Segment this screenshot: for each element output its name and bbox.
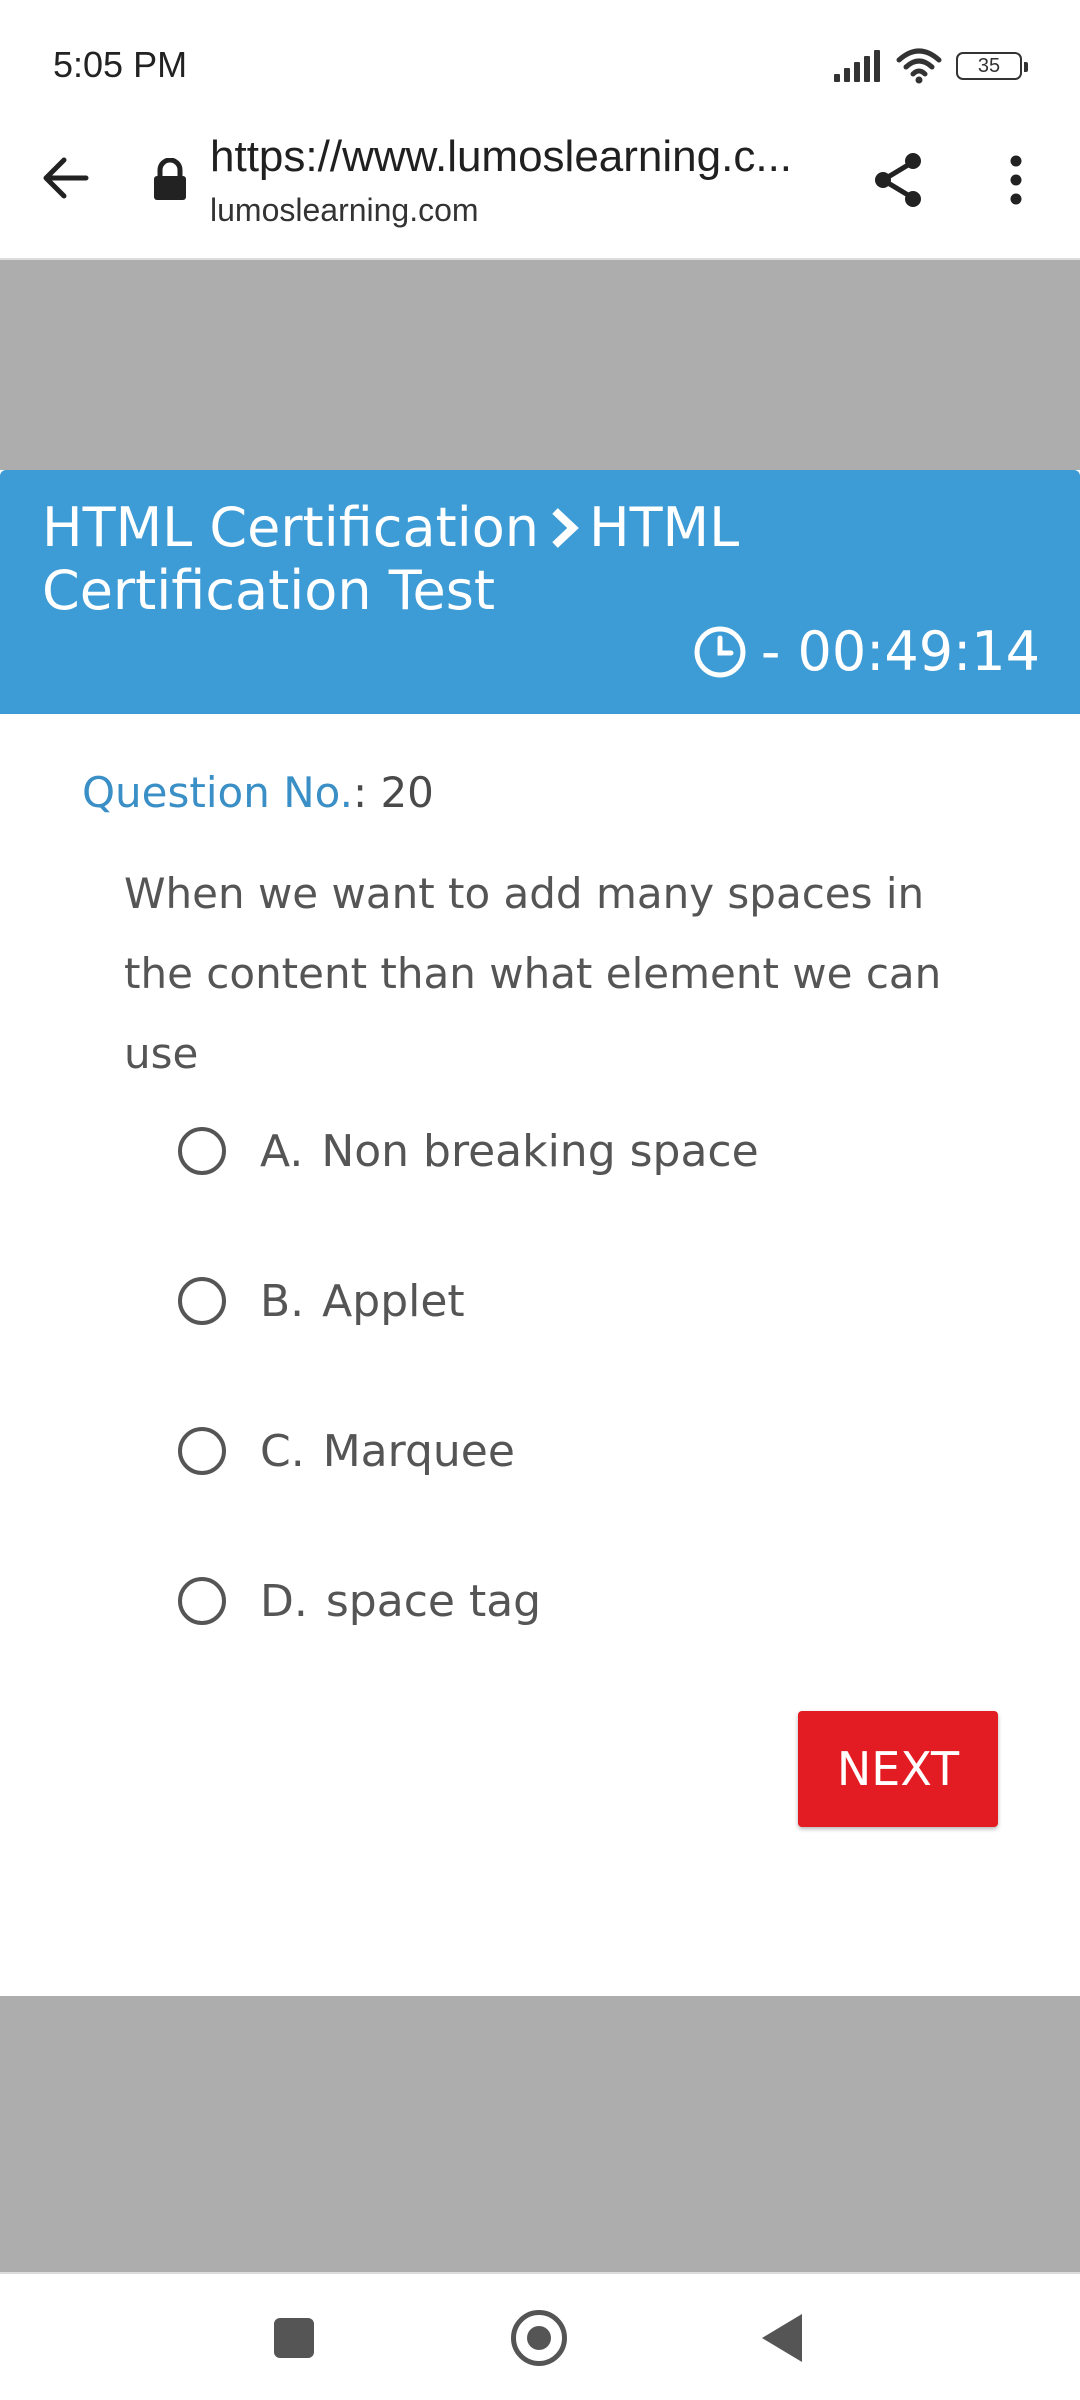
countdown-timer: - 00:49:14 <box>693 620 1040 683</box>
chevron-right-icon <box>549 501 579 561</box>
system-nav-bar <box>0 2272 1080 2400</box>
option-text: Marquee <box>322 1425 515 1477</box>
status-bar: 5:05 PM 35 <box>0 0 1080 120</box>
page-background-bottom <box>0 1996 1080 2272</box>
test-header: HTML Certification HTML Certification Tes… <box>0 470 1080 714</box>
clock-icon <box>694 626 746 677</box>
radio-button-icon[interactable] <box>178 1577 226 1625</box>
battery-level: 35 <box>977 54 1001 77</box>
option-letter: B. <box>260 1275 305 1327</box>
page-background-top <box>0 260 1080 470</box>
option-letter: D. <box>260 1575 308 1627</box>
more-options-button[interactable] <box>988 148 1044 212</box>
timer-value: - 00:49:14 <box>760 620 1040 683</box>
breadcrumb: HTML Certification HTML Certification Tes… <box>42 496 1022 621</box>
radio-button-icon[interactable] <box>178 1427 226 1475</box>
wifi-icon <box>896 48 942 84</box>
next-button[interactable]: NEXT <box>798 1711 998 1827</box>
url-text[interactable]: https://www.lumoslearning.c... <box>210 132 810 182</box>
option-b[interactable]: B. Applet <box>178 1271 465 1331</box>
browser-toolbar: https://www.lumoslearning.c... lumoslear… <box>0 120 1080 260</box>
option-text: Non breaking space <box>321 1125 759 1177</box>
option-text: Applet <box>322 1275 465 1327</box>
option-letter: A. <box>260 1125 304 1177</box>
signal-icon <box>834 50 880 82</box>
recents-square-icon[interactable] <box>274 2318 314 2358</box>
more-vert-icon <box>1010 155 1022 205</box>
option-letter: C. <box>260 1425 305 1477</box>
back-arrow-icon <box>43 157 89 199</box>
option-d[interactable]: D. space tag <box>178 1571 541 1631</box>
back-button[interactable] <box>34 146 98 210</box>
option-a[interactable]: A. Non breaking space <box>178 1121 759 1181</box>
battery-icon: 35 <box>956 52 1028 80</box>
lock-icon <box>154 158 186 200</box>
status-icons: 35 <box>832 48 1028 84</box>
radio-button-icon[interactable] <box>178 1127 226 1175</box>
domain-text: lumoslearning.com <box>210 192 479 228</box>
status-time: 5:05 PM <box>53 44 188 85</box>
question-number-label: Question No. <box>82 768 353 817</box>
option-text: space tag <box>325 1575 542 1627</box>
question-text: When we want to add many spaces in the c… <box>124 869 942 1078</box>
back-triangle-icon[interactable] <box>762 2314 802 2362</box>
radio-button-icon[interactable] <box>178 1277 226 1325</box>
question-number-value: : 20 <box>352 768 434 817</box>
option-c[interactable]: C. Marquee <box>178 1421 515 1481</box>
question-number: Question No.: 20 <box>82 768 434 817</box>
breadcrumb-parent[interactable]: HTML Certification <box>42 496 539 559</box>
share-button[interactable] <box>866 148 930 212</box>
question-card: Question No.: 20 When we want to add man… <box>0 714 1080 1996</box>
share-icon <box>875 153 921 207</box>
home-circle-icon[interactable] <box>511 2310 567 2366</box>
